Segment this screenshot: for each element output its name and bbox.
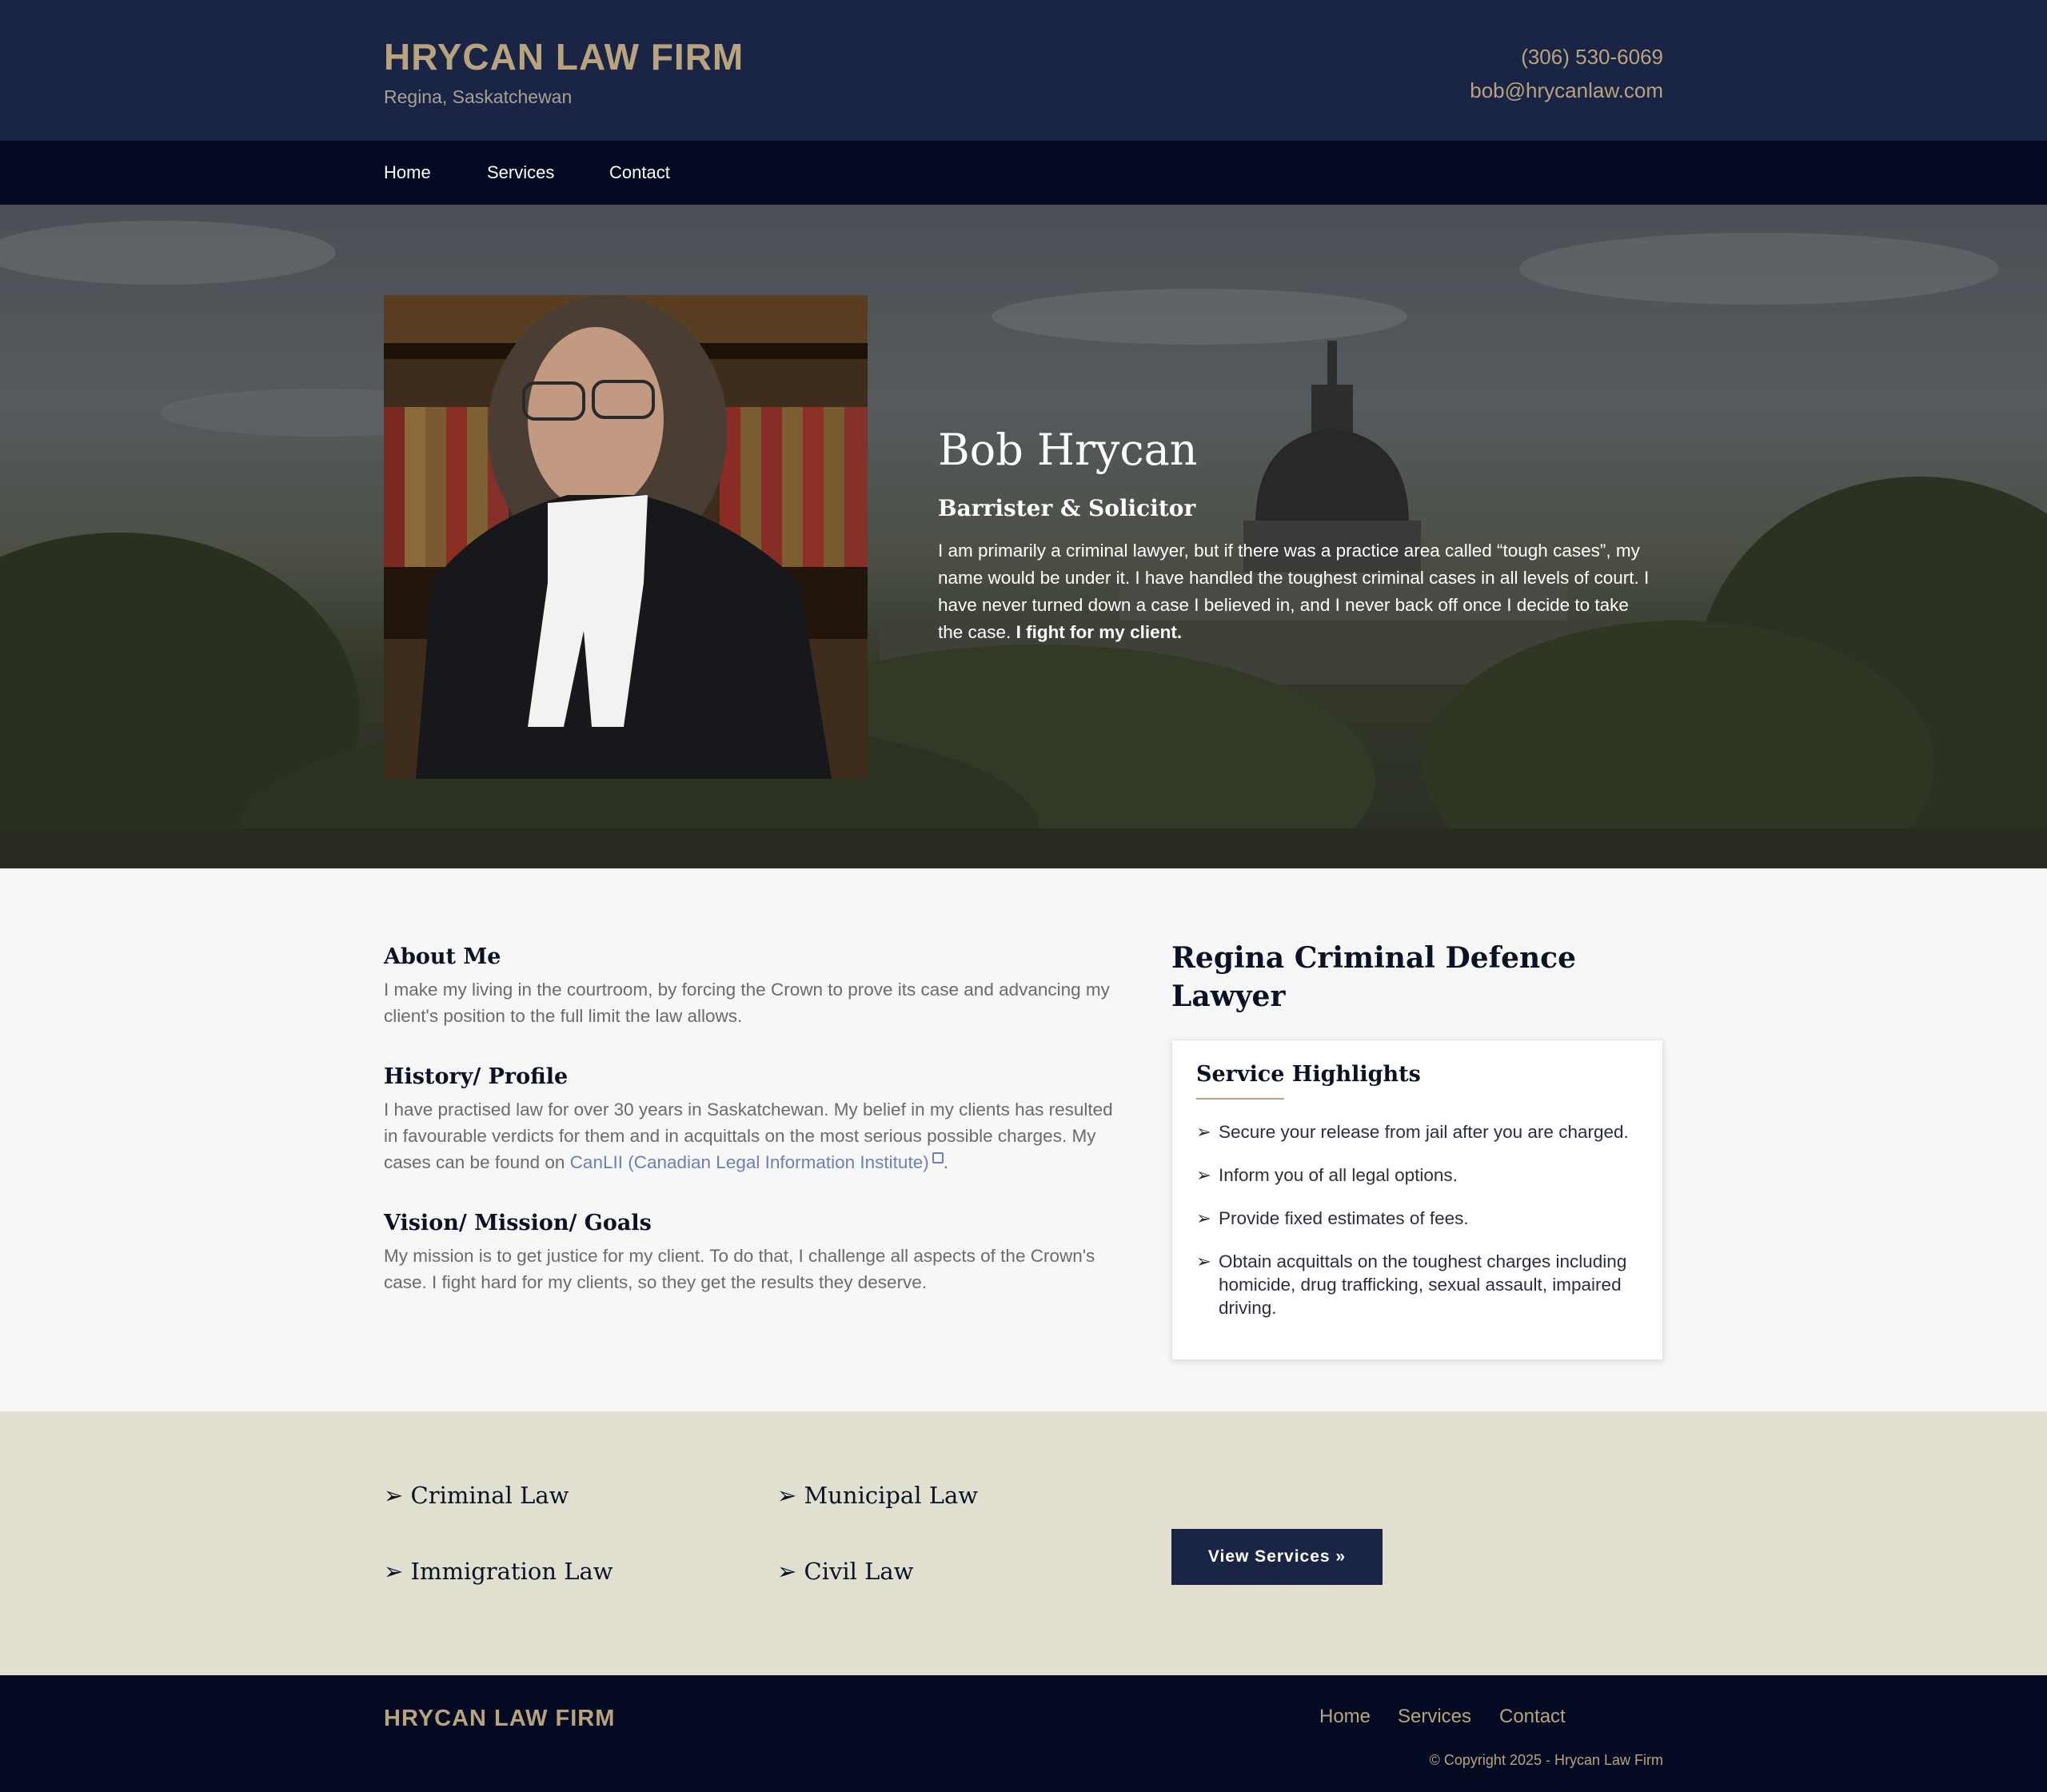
lawyer-name: Bob Hrycan xyxy=(938,425,1198,475)
list-item: ➢ Secure your release from jail after you… xyxy=(1196,1120,1638,1143)
area-immigration-law: ➢ Immigration Law xyxy=(384,1558,613,1585)
highlight-text: Secure your release from jail after you … xyxy=(1219,1122,1629,1142)
footer-nav-services[interactable]: Services xyxy=(1398,1706,1471,1728)
canlii-link[interactable]: CanLII (Canadian Legal Information Insti… xyxy=(570,1152,929,1172)
hero-body-strong: I fight for my client. xyxy=(1016,622,1183,642)
card-heading: Service Highlights xyxy=(1196,1062,1421,1087)
service-highlights-card: Service Highlights ➢ Secure your release … xyxy=(1171,1040,1663,1360)
list-item: ➢ Provide fixed estimates of fees. xyxy=(1196,1207,1638,1230)
about-me-block: About Me I make my living in the courtro… xyxy=(384,943,1127,1029)
site-location: Regina, Saskatchewan xyxy=(384,86,573,107)
arrow-bullet-icon: ➢ xyxy=(1196,1122,1211,1142)
highlight-text: Obtain acquittals on the toughest charge… xyxy=(1219,1251,1627,1318)
site-brand[interactable]: HRYCAN LAW FIRM xyxy=(384,35,744,78)
lawyer-portrait xyxy=(384,295,868,779)
vision-heading: Vision/ Mission/ Goals xyxy=(384,1211,652,1235)
area-municipal-law: ➢ Municipal Law xyxy=(777,1482,979,1509)
arrow-bullet-icon: ➢ xyxy=(1196,1208,1211,1228)
email-link[interactable]: bob@hrycanlaw.com xyxy=(1470,74,1663,107)
history-heading: History/ Profile xyxy=(384,1064,569,1089)
area-civil-law: ➢ Civil Law xyxy=(777,1558,914,1585)
about-column: About Me I make my living in the courtro… xyxy=(384,943,1127,1329)
nav-contact[interactable]: Contact xyxy=(609,141,670,205)
vision-block: Vision/ Mission/ Goals My mission is to … xyxy=(384,1209,1127,1295)
history-after: . xyxy=(943,1152,948,1172)
footer-nav-contact[interactable]: Contact xyxy=(1499,1706,1566,1728)
about-me-text: I make my living in the courtroom, by fo… xyxy=(384,980,1110,1026)
highlight-text: Provide fixed estimates of fees. xyxy=(1219,1208,1469,1228)
site-header: HRYCAN LAW FIRM Regina, Saskatchewan (30… xyxy=(0,0,2047,141)
footer-brand[interactable]: HRYCAN LAW FIRM xyxy=(384,1706,615,1732)
hero-section: Bob Hrycan Barrister & Solicitor I am pr… xyxy=(0,205,2047,868)
sidebar-column: Regina Criminal Defence Lawyer Service H… xyxy=(1171,939,1663,1360)
external-link-icon xyxy=(932,1152,944,1163)
hero-description: I am primarily a criminal lawyer, but if… xyxy=(938,537,1658,646)
card-divider xyxy=(1196,1098,1284,1100)
highlight-text: Inform you of all legal options. xyxy=(1219,1165,1458,1185)
header-contact: (306) 530-6069 bob@hrycanlaw.com xyxy=(1470,40,1663,107)
area-criminal-law: ➢ Criminal Law xyxy=(384,1482,569,1509)
site-footer: HRYCAN LAW FIRM Home Services Contact © … xyxy=(0,1675,2047,1792)
hero-intro: Bob Hrycan Barrister & Solicitor I am pr… xyxy=(938,425,1658,646)
arrow-bullet-icon: ➢ xyxy=(1196,1165,1211,1185)
about-section: About Me I make my living in the courtro… xyxy=(0,868,2047,1411)
list-item: ➢ Obtain acquittals on the toughest charg… xyxy=(1196,1250,1638,1319)
footer-nav-home[interactable]: Home xyxy=(1319,1706,1371,1728)
copyright-text: © Copyright 2025 - Hrycan Law Firm xyxy=(1429,1752,1663,1768)
arrow-bullet-icon: ➢ xyxy=(1196,1251,1211,1271)
lawyer-title: Barrister & Solicitor xyxy=(938,495,1196,521)
about-me-heading: About Me xyxy=(384,944,501,969)
sidebar-title: Regina Criminal Defence Lawyer xyxy=(1171,941,1576,1013)
list-item: ➢ Inform you of all legal options. xyxy=(1196,1163,1638,1187)
vision-text: My mission is to get justice for my clie… xyxy=(384,1246,1095,1292)
history-block: History/ Profile I have practised law fo… xyxy=(384,1063,1127,1175)
nav-services[interactable]: Services xyxy=(487,141,554,205)
practice-areas-section: ➢ Criminal Law ➢ Municipal Law ➢ Immigra… xyxy=(0,1411,2047,1675)
history-text: I have practised law for over 30 years i… xyxy=(384,1096,1127,1175)
main-nav: Home Services Contact xyxy=(0,141,2047,205)
nav-home[interactable]: Home xyxy=(384,141,431,205)
view-services-button[interactable]: View Services » xyxy=(1171,1529,1383,1585)
phone-link[interactable]: (306) 530-6069 xyxy=(1470,40,1663,74)
